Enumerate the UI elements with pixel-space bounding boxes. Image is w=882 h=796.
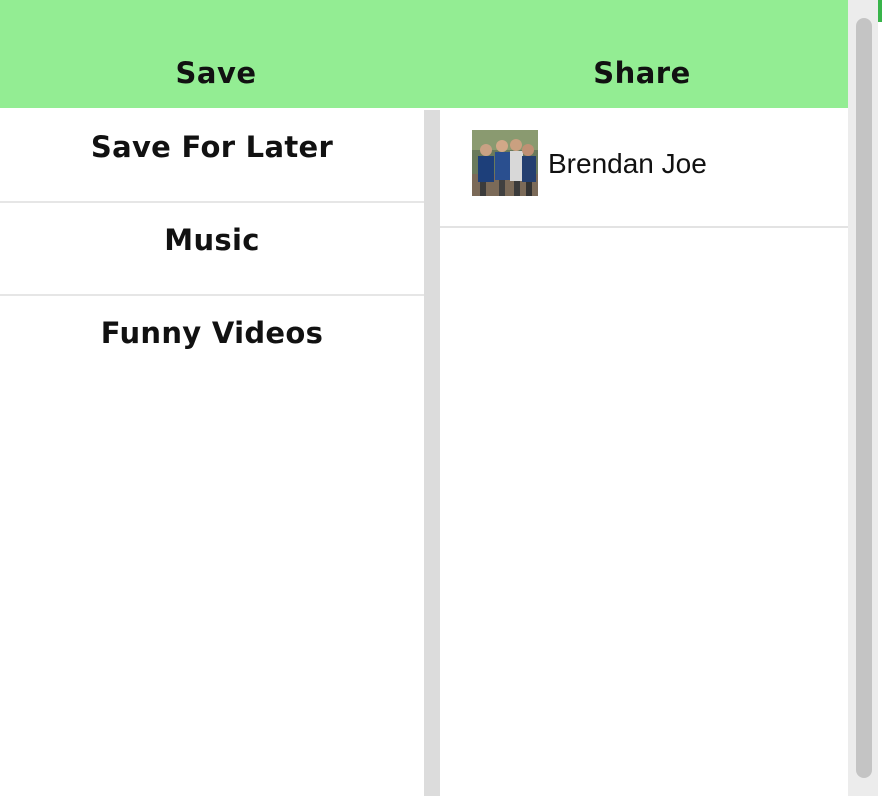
tab-save[interactable]: Save xyxy=(0,56,432,98)
scrollbar-thumb[interactable] xyxy=(856,18,872,778)
save-share-panel: Save Share Save For Later Music Funny Vi… xyxy=(0,0,882,796)
list-item-save-for-later[interactable]: Save For Later xyxy=(0,110,424,203)
list-item-funny-videos[interactable]: Funny Videos xyxy=(0,296,424,387)
save-list: Save For Later Music Funny Videos xyxy=(0,110,424,796)
list-item-label: Funny Videos xyxy=(100,316,324,350)
share-list: Brendan Joe xyxy=(440,110,848,796)
column-divider xyxy=(424,110,440,796)
list-item-music[interactable]: Music xyxy=(0,203,424,296)
list-item-label: Save For Later xyxy=(90,130,334,164)
avatar xyxy=(472,130,538,196)
contact-row[interactable]: Brendan Joe xyxy=(440,110,848,228)
header-bar: Save Share xyxy=(0,0,864,108)
group-photo-avatar-icon xyxy=(472,130,538,196)
window-edge-accent xyxy=(878,0,882,22)
window-edge xyxy=(878,0,882,796)
tab-share[interactable]: Share xyxy=(432,56,852,98)
contact-name: Brendan Joe xyxy=(548,148,707,179)
list-item-label: Music xyxy=(164,223,260,257)
